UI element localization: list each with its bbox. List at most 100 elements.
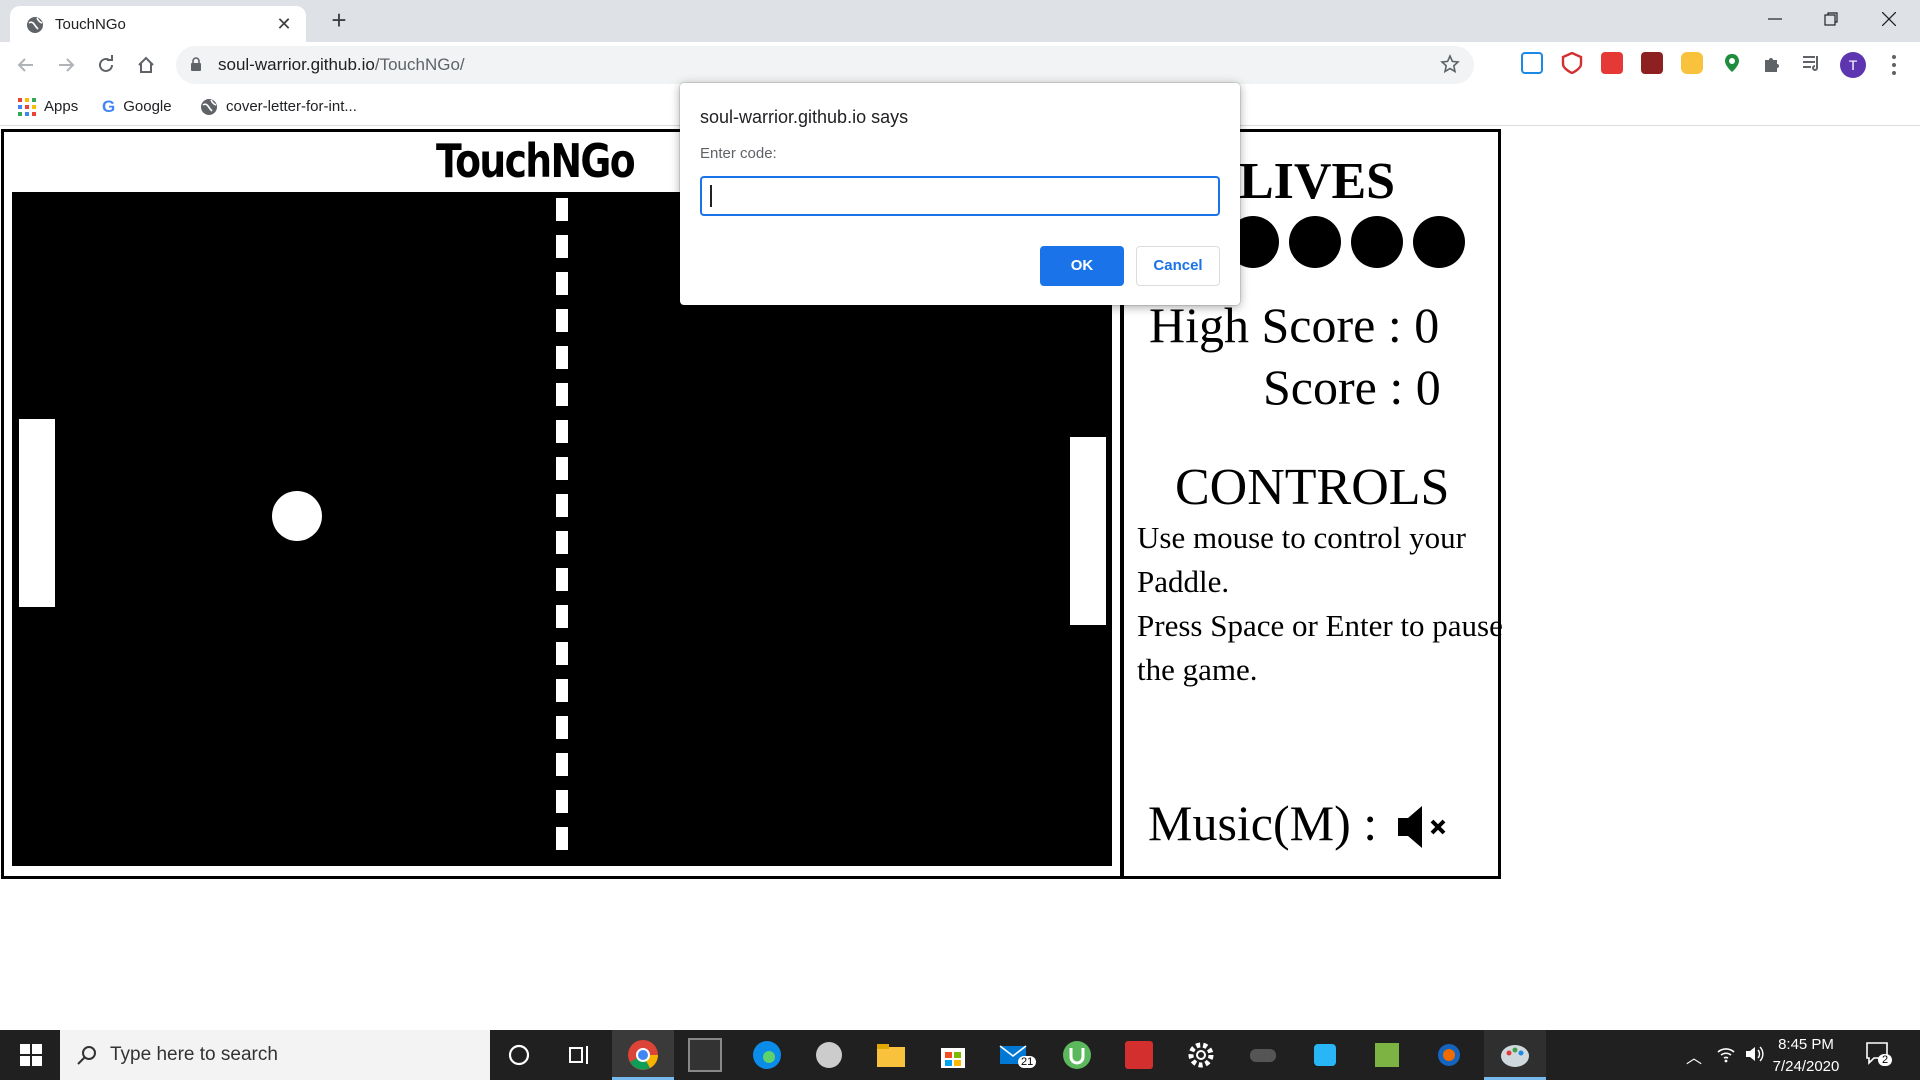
puzzle-icon xyxy=(1765,58,1779,72)
bookmark-cover-letter-label: cover-letter-for-int... xyxy=(226,98,357,115)
taskbar-search[interactable]: Type here to search xyxy=(60,1030,490,1080)
music-label: Music(M) : xyxy=(1148,795,1378,851)
reload-icon xyxy=(99,55,113,72)
solidworks-icon[interactable] xyxy=(1122,1038,1156,1072)
wifi-icon[interactable] xyxy=(1716,1044,1736,1064)
taskbar-chrome[interactable] xyxy=(612,1030,674,1080)
opponent-paddle xyxy=(1070,437,1106,625)
prompt-dialog: soul-warrior.github.io says Enter code: … xyxy=(680,83,1240,305)
extension-6-icon[interactable] xyxy=(1721,52,1743,74)
tab-title: TouchNGo xyxy=(55,16,126,33)
file-explorer-icon[interactable] xyxy=(874,1038,908,1072)
tray-chevron-icon[interactable]: ︿ xyxy=(1686,1044,1702,1068)
extension-5-icon[interactable] xyxy=(1681,52,1703,74)
windows-logo-icon xyxy=(20,1044,42,1066)
speaker-muted-icon[interactable] xyxy=(1396,802,1452,852)
game-title: TouchNGo xyxy=(436,134,636,188)
app-blue-icon[interactable] xyxy=(1308,1038,1342,1072)
minimize-icon xyxy=(1768,18,1782,20)
media-control-button[interactable] xyxy=(1801,52,1823,74)
address-bar[interactable]: soul-warrior.github.io/TouchNGo/ xyxy=(176,46,1474,84)
lock-icon xyxy=(191,57,201,71)
extension-2-icon[interactable] xyxy=(1561,51,1583,75)
utorrent-icon[interactable] xyxy=(1060,1038,1094,1072)
extensions-puzzle-button[interactable] xyxy=(1761,52,1783,74)
close-window-button[interactable] xyxy=(1862,0,1918,40)
url-text: soul-warrior.github.io/TouchNGo/ xyxy=(218,55,465,75)
tab-close-icon[interactable]: ✕ xyxy=(274,14,294,34)
ok-button[interactable]: OK xyxy=(1040,246,1124,286)
mail-icon[interactable]: 21 xyxy=(998,1038,1037,1072)
volume-icon[interactable] xyxy=(1744,1044,1766,1064)
cancel-button[interactable]: Cancel xyxy=(1136,246,1220,286)
globe-icon xyxy=(27,17,43,33)
home-icon xyxy=(138,56,154,73)
extension-1-icon[interactable] xyxy=(1521,52,1543,74)
task-view-icon[interactable] xyxy=(563,1038,597,1072)
dialog-origin: soul-warrior.github.io says xyxy=(700,107,909,127)
notification-badge: 2 xyxy=(1878,1054,1893,1066)
forward-button[interactable] xyxy=(52,51,80,79)
search-icon xyxy=(77,1046,96,1065)
url-domain: soul-warrior.github.io xyxy=(218,55,375,74)
clock-date: 7/24/2020 xyxy=(1772,1058,1840,1075)
bookmark-google-label: Google xyxy=(123,98,172,115)
shield-red-icon xyxy=(1561,51,1583,75)
back-button[interactable] xyxy=(12,51,40,79)
bookmark-apps-label: Apps xyxy=(44,98,79,115)
windows-taskbar: Type here to search 21 ︿ 8:45 PM 7/24/20… xyxy=(0,1030,1920,1080)
app-circle-icon[interactable] xyxy=(1432,1038,1466,1072)
tab-strip: TouchNGo ✕ + xyxy=(0,0,1920,42)
controls-text: Use mouse to control your Paddle. Press … xyxy=(1137,516,1507,692)
player-paddle xyxy=(19,419,55,607)
score: Score : 0 xyxy=(1263,359,1441,415)
store-icon[interactable] xyxy=(936,1038,970,1072)
steam-icon[interactable] xyxy=(812,1038,846,1072)
game-controller-icon[interactable] xyxy=(1246,1038,1280,1072)
arrow-right-icon xyxy=(59,58,75,72)
reload-button[interactable] xyxy=(92,51,120,79)
terminal-icon[interactable] xyxy=(688,1038,722,1072)
url-path: /TouchNGo/ xyxy=(374,55,465,74)
app-green-icon[interactable] xyxy=(1370,1038,1404,1072)
apps-grid-icon xyxy=(18,98,36,117)
search-placeholder: Type here to search xyxy=(110,1044,278,1065)
cortana-icon[interactable] xyxy=(502,1038,536,1072)
start-button[interactable] xyxy=(0,1030,60,1080)
new-tab-button[interactable]: + xyxy=(326,7,352,34)
close-icon xyxy=(1882,12,1896,26)
browser-toolbar: soul-warrior.github.io/TouchNGo/ xyxy=(0,42,1920,88)
paint-palette-icon xyxy=(1501,1045,1529,1067)
arrow-left-icon xyxy=(17,58,33,72)
minimize-button[interactable] xyxy=(1748,0,1804,40)
controls-line-1: Use mouse to control your Paddle. xyxy=(1137,520,1466,599)
chrome-icon xyxy=(628,1040,658,1070)
bookmark-google[interactable]: G Google xyxy=(102,96,172,118)
restore-button[interactable] xyxy=(1804,0,1860,40)
extension-3-icon[interactable] xyxy=(1601,52,1623,74)
bookmark-star-icon[interactable] xyxy=(1440,54,1460,74)
bookmark-apps[interactable]: Apps xyxy=(18,96,78,118)
bookmark-cover-letter[interactable]: cover-letter-for-int... xyxy=(200,96,357,118)
notification-center-button[interactable]: 2 xyxy=(1864,1040,1894,1070)
clock-time: 8:45 PM xyxy=(1778,1036,1834,1053)
text-caret xyxy=(710,185,712,207)
profile-avatar[interactable]: T xyxy=(1840,52,1866,78)
browser-tab[interactable]: TouchNGo ✕ xyxy=(10,6,306,42)
taskbar-paint[interactable] xyxy=(1484,1030,1546,1080)
extension-4-icon[interactable] xyxy=(1641,52,1663,74)
settings-gear-icon[interactable] xyxy=(1184,1038,1218,1072)
life-indicator xyxy=(1413,216,1465,268)
location-pin-icon xyxy=(1725,54,1739,72)
taskbar-clock[interactable]: 8:45 PM 7/24/2020 xyxy=(1768,1034,1844,1078)
chrome-menu-button[interactable] xyxy=(1884,54,1904,76)
game-ball xyxy=(272,491,322,541)
code-input[interactable] xyxy=(700,176,1220,216)
home-button[interactable] xyxy=(132,51,160,79)
globe-icon xyxy=(201,99,217,116)
life-indicator xyxy=(1289,216,1341,268)
mail-badge: 21 xyxy=(1018,1056,1037,1068)
google-icon: G xyxy=(102,97,116,117)
edge-icon[interactable] xyxy=(750,1038,784,1072)
playlist-icon xyxy=(1803,56,1818,71)
